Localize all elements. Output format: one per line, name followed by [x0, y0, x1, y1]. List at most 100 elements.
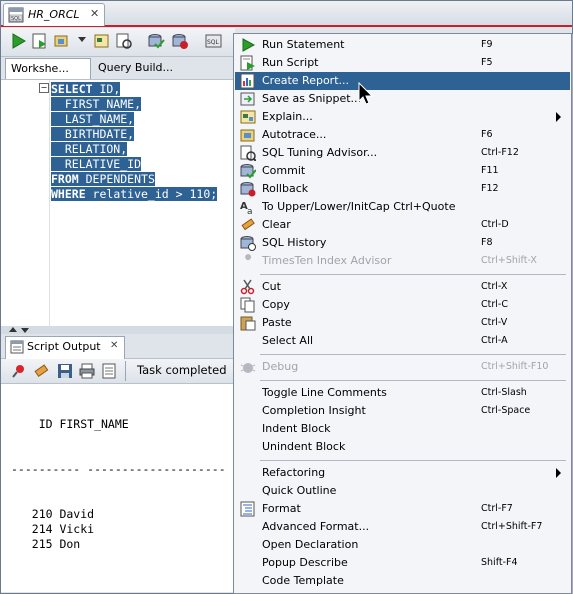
code-line[interactable]: LAST_NAME, — [51, 112, 217, 127]
editor-gutter: − — [1, 80, 50, 326]
tab-worksheet[interactable]: Workshe... — [5, 58, 91, 79]
menu-item-run-script[interactable]: Run Script F5 — [235, 54, 570, 72]
report-icon — [240, 73, 255, 89]
menu-item-shortcut: Ctrl-F7 — [481, 503, 513, 514]
menu-item-label: Clear — [262, 218, 291, 231]
pin-icon[interactable] — [11, 363, 27, 379]
menu-item-commit[interactable]: Commit F11 — [235, 162, 570, 180]
menu-item-advanced-format[interactable]: Advanced Format... Ctrl+Shift-F7 — [235, 518, 570, 536]
code-area[interactable]: SELECT ID, FIRST_NAME, LAST_NAME, BIRTHD… — [51, 82, 218, 202]
menu-item-label: Format — [262, 502, 301, 515]
sql-keyword: WHERE — [51, 187, 86, 201]
menu-item-shortcut: F6 — [481, 129, 493, 140]
pane-splitter[interactable] — [1, 326, 235, 334]
eraser-icon[interactable] — [33, 363, 49, 379]
menu-item-format[interactable]: Format Ctrl-F7 — [235, 500, 570, 518]
menu-item-cut[interactable]: Cut Ctrl-X — [235, 278, 570, 296]
menu-item-shortcut: Shift-F4 — [481, 557, 518, 568]
editor-subtabs: Workshe... Query Build... — [1, 57, 235, 80]
menu-item-sql-history[interactable]: SQL History F8 — [235, 234, 570, 252]
commit-icon — [240, 164, 256, 179]
output-header: ID FIRST_NAME — [11, 417, 129, 431]
output-row: 210 David — [11, 507, 95, 521]
menu-item-shortcut: Ctrl-C — [481, 299, 508, 310]
menu-item-save-as-snippet[interactable]: Save as Snippet... — [235, 90, 570, 108]
script-output-icon — [10, 340, 24, 354]
tab-hr-orcl[interactable]: SQL HR_ORCL ✕ — [3, 3, 105, 26]
code-line[interactable]: SELECT ID, — [51, 82, 217, 97]
code-line[interactable]: FIRST_NAME, — [51, 97, 217, 112]
menu-item-indent-block[interactable]: Indent Block — [235, 420, 570, 438]
chevron-down-icon[interactable] — [78, 37, 86, 42]
menu-item-clear[interactable]: Clear Ctrl-D — [235, 216, 570, 234]
close-icon[interactable]: ✕ — [110, 340, 118, 351]
menu-item-shortcut: Ctrl+Shift-F10 — [481, 361, 549, 372]
explain-icon — [240, 110, 256, 124]
menu-item-label: Select All — [262, 334, 314, 347]
open-file-icon[interactable] — [101, 363, 117, 379]
rollback-icon[interactable] — [171, 32, 189, 50]
menu-item-label: Quick Outline — [262, 484, 337, 497]
debug-icon — [240, 363, 256, 373]
explain-plan-icon[interactable] — [93, 32, 111, 50]
menu-item-run-statement[interactable]: Run Statement F9 — [235, 36, 570, 54]
chevron-up-icon[interactable] — [9, 327, 17, 332]
sql-icon[interactable]: SQL — [205, 32, 223, 50]
code-line[interactable]: BIRTHDATE, — [51, 127, 217, 142]
sql-text: FIRST_NAME, — [51, 97, 142, 111]
menu-item-autotrace[interactable]: Autotrace... F6 — [235, 126, 570, 144]
menu-item-explain[interactable]: Explain... — [235, 108, 570, 126]
svg-text:a: a — [247, 207, 253, 215]
output-tab-strip: Script Output ✕ — [1, 334, 235, 359]
menu-item-refactoring[interactable]: Refactoring — [235, 464, 570, 482]
menu-item-select-all[interactable]: Select All Ctrl-A — [235, 332, 570, 350]
autotrace-icon — [240, 129, 255, 142]
tab-query-builder[interactable]: Query Build... — [93, 58, 233, 78]
sql-keyword: SELECT — [51, 82, 93, 96]
save-icon[interactable] — [57, 363, 73, 379]
code-line[interactable]: WHERE relative_id > 110; — [51, 187, 218, 202]
menu-item-popup-describe[interactable]: Popup Describe Shift-F4 — [235, 554, 570, 572]
menu-item-timesten-index-advisor: TimesTen Index Advisor Ctrl+Shift-X — [235, 252, 570, 270]
menu-item-toggle-line-comments[interactable]: Toggle Line Comments Ctrl-Slash — [235, 384, 570, 402]
sql-editor[interactable]: − SELECT ID, FIRST_NAME, LAST_NAME, BIRT… — [1, 80, 235, 326]
sql-text: RELATIVE_ID — [51, 157, 142, 171]
run-statement-icon[interactable] — [9, 32, 27, 50]
menu-item-to-upper-lower-initcap-ctrl-quote[interactable]: Aa To Upper/Lower/InitCap Ctrl+Quote — [235, 198, 570, 216]
tab-title: HR_ORCL — [28, 8, 80, 21]
menu-item-rollback[interactable]: Rollback F12 — [235, 180, 570, 198]
menu-item-create-report[interactable]: Create Report... — [235, 72, 570, 90]
print-icon[interactable] — [79, 363, 95, 379]
fold-toggle-icon[interactable]: − — [39, 83, 49, 93]
chevron-down-icon[interactable] — [21, 328, 29, 333]
commit-icon[interactable] — [147, 32, 165, 50]
tab-script-output[interactable]: Script Output ✕ — [5, 336, 125, 359]
autotrace-icon[interactable] — [53, 32, 71, 50]
menu-item-quick-outline[interactable]: Quick Outline — [235, 482, 570, 500]
menu-item-unindent-block[interactable]: Unindent Block — [235, 438, 570, 456]
menu-item-sql-tuning-advisor[interactable]: SQL Tuning Advisor... Ctrl-F12 — [235, 144, 570, 162]
menu-item-label: Advanced Format... — [262, 520, 370, 533]
menu-item-paste[interactable]: Paste Ctrl-V — [235, 314, 570, 332]
document-tab-strip: SQL HR_ORCL ✕ — [1, 1, 572, 27]
menu-item-completion-insight[interactable]: Completion Insight Ctrl-Space — [235, 402, 570, 420]
close-icon[interactable]: ✕ — [90, 7, 99, 20]
menu-item-copy[interactable]: Copy Ctrl-C — [235, 296, 570, 314]
menu-item-label: Completion Insight — [262, 404, 366, 417]
menu-item-shortcut: F8 — [481, 237, 493, 248]
code-line[interactable]: RELATION, — [51, 142, 217, 157]
menu-item-open-declaration[interactable]: Open Declaration — [235, 536, 570, 554]
menu-item-label: Cut — [262, 280, 281, 293]
code-line[interactable]: RELATIVE_ID — [51, 157, 217, 172]
tuning-icon — [240, 145, 256, 161]
run-script-icon — [240, 55, 255, 71]
svg-text:SQL: SQL — [11, 16, 21, 22]
script-output-area[interactable]: ID FIRST_NAME ---------- ---------------… — [1, 384, 235, 592]
menu-item-code-template[interactable]: Code Template — [235, 572, 570, 590]
tab-query-builder-label: Query Build... — [98, 61, 174, 74]
case-icon: Aa — [240, 201, 253, 215]
code-line[interactable]: FROM DEPENDENTS — [51, 172, 217, 187]
tuning-advisor-icon[interactable] — [115, 32, 133, 50]
run-script-icon[interactable] — [31, 32, 49, 50]
sql-text: ID, — [92, 82, 121, 96]
